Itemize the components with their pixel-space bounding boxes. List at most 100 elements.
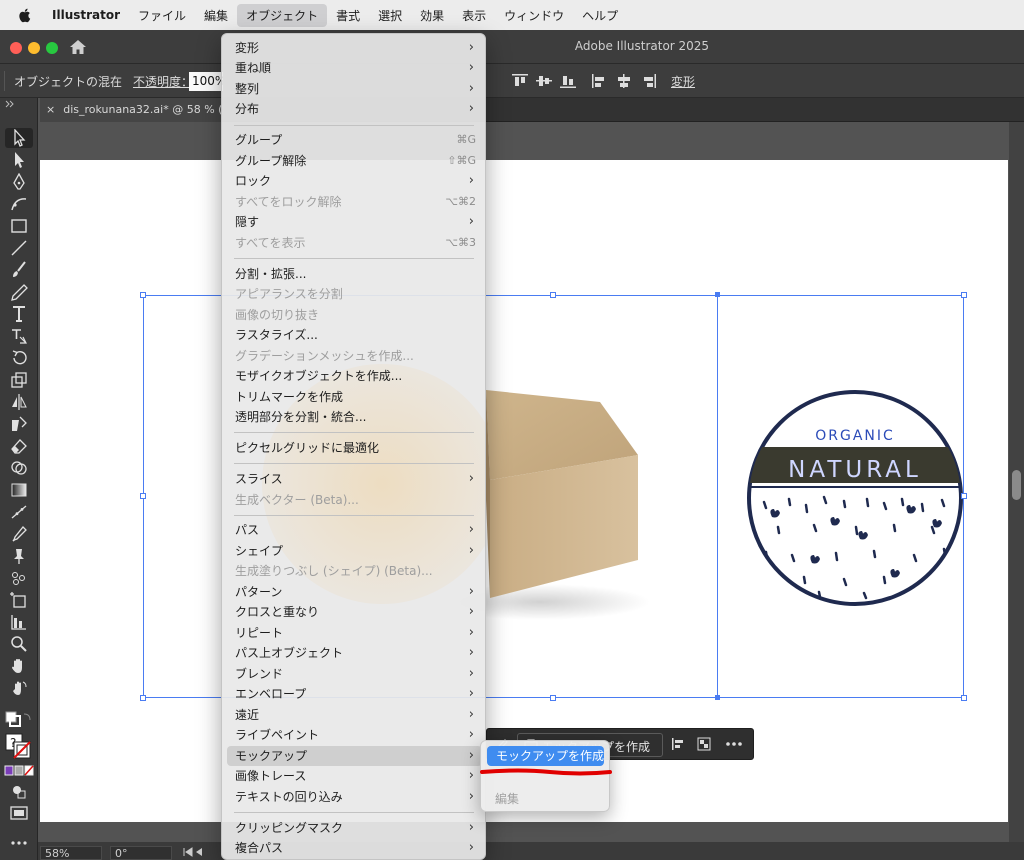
gradient-tool-icon[interactable] xyxy=(9,481,29,499)
rotate-view-tool-icon[interactable] xyxy=(9,679,29,697)
apple-icon[interactable] xyxy=(16,6,34,24)
menu-item-flatten-transparency[interactable]: 透明部分を分割・統合... xyxy=(227,407,482,427)
menu-item-pixel-grid[interactable]: ピクセルグリッドに最適化 xyxy=(227,438,482,458)
symbol-sprayer-tool-icon[interactable] xyxy=(9,569,29,587)
menu-item-envelope[interactable]: エンベロープ › xyxy=(227,684,482,704)
direct-selection-tool-icon[interactable] xyxy=(9,151,29,169)
distribute-left-icon[interactable] xyxy=(591,73,609,89)
artboard-divider-handle[interactable] xyxy=(715,292,720,297)
menu-item-distribute[interactable]: 分布 › xyxy=(227,99,482,119)
menubar-item-file[interactable]: ファイル xyxy=(129,4,195,27)
menu-item-text-wrap[interactable]: テキストの回り込み › xyxy=(227,787,482,807)
line-segment-tool-icon[interactable] xyxy=(9,239,29,257)
menu-item-clipping-mask[interactable]: クリッピングマスク › xyxy=(227,818,482,838)
fill-stroke-swatch-icon[interactable]: ? xyxy=(4,732,34,762)
menubar-item-select[interactable]: 選択 xyxy=(369,4,411,27)
touch-type-tool-icon[interactable] xyxy=(9,327,29,345)
vertical-scrollbar-thumb[interactable] xyxy=(1012,470,1021,500)
selection-handle[interactable] xyxy=(961,292,967,298)
opacity-input[interactable]: 100% xyxy=(189,72,223,91)
pencil-tool-icon[interactable] xyxy=(9,283,29,301)
menu-item-slice[interactable]: スライス › xyxy=(227,469,482,489)
menu-item-ungroup[interactable]: グループ解除 ⇧⌘G xyxy=(227,151,482,171)
draw-mode-icon[interactable] xyxy=(9,782,29,800)
transform-link[interactable]: 変形 xyxy=(671,73,695,90)
menubar-item-effect[interactable]: 効果 xyxy=(411,4,453,27)
mesh-tool-icon[interactable] xyxy=(9,503,29,521)
rectangle-tool-icon[interactable] xyxy=(9,217,29,235)
menu-item-objects-on-path[interactable]: パス上オブジェクト › xyxy=(227,643,482,663)
more-options-icon[interactable] xyxy=(725,740,743,748)
eraser-tool-icon[interactable] xyxy=(9,437,29,455)
pen-tool-icon[interactable] xyxy=(9,173,29,191)
menu-item-path[interactable]: パス › xyxy=(227,520,482,540)
eyedropper-tool-icon[interactable] xyxy=(9,525,29,543)
menu-item-perspective[interactable]: 遠近 › xyxy=(227,705,482,725)
menu-item-intertwine[interactable]: クロスと重なり › xyxy=(227,602,482,622)
zoom-tool-icon[interactable] xyxy=(9,635,29,653)
menu-item-generative-vector[interactable]: 生成ベクター (Beta)... xyxy=(227,490,482,510)
distribute-right-icon[interactable] xyxy=(639,73,657,89)
menu-item-align[interactable]: 整列 › xyxy=(227,79,482,99)
shaper-tool-icon[interactable] xyxy=(9,415,29,433)
menu-item-trim-marks[interactable]: トリムマークを作成 xyxy=(227,387,482,407)
scale-tool-icon[interactable] xyxy=(9,371,29,389)
artboard-tool-icon[interactable] xyxy=(9,591,29,609)
type-tool-icon[interactable] xyxy=(9,305,29,323)
menubar-item-edit[interactable]: 編集 xyxy=(195,4,237,27)
align-vertical-center-icon[interactable] xyxy=(535,73,553,89)
rotation-field[interactable]: 0° xyxy=(110,846,172,860)
menu-item-mockup[interactable]: モックアップ › xyxy=(227,746,482,766)
menu-item-blend[interactable]: ブレンド › xyxy=(227,664,482,684)
document-tab[interactable]: × dis_rokunana32.ai* @ 58 % (RGB xyxy=(40,98,222,122)
reflect-tool-icon[interactable] xyxy=(9,393,29,411)
align-left-icon[interactable] xyxy=(671,737,685,751)
hand-tool-icon[interactable] xyxy=(9,657,29,675)
menu-item-live-paint[interactable]: ライブペイント › xyxy=(227,725,482,745)
screen-mode-icon[interactable] xyxy=(9,804,29,822)
color-mode-icons[interactable] xyxy=(4,765,34,777)
menu-item-generative-shape-fill[interactable]: 生成塗りつぶし (シェイプ) (Beta)... xyxy=(227,561,482,581)
align-bottom-icon[interactable] xyxy=(559,73,577,89)
selection-tool-icon[interactable] xyxy=(9,129,29,147)
menu-item-show-all[interactable]: すべてを表示 ⌥⌘3 xyxy=(227,233,482,253)
menubar-item-help[interactable]: ヘルプ xyxy=(573,4,627,27)
menubar-item-window[interactable]: ウィンドウ xyxy=(495,4,573,27)
menu-item-mosaic[interactable]: モザイクオブジェクトを作成... xyxy=(227,366,482,386)
menu-item-shape[interactable]: シェイプ › xyxy=(227,541,482,561)
menu-item-arrange[interactable]: 重ね順 › xyxy=(227,58,482,78)
first-artboard-icon[interactable] xyxy=(182,847,206,857)
menu-item-lock[interactable]: ロック › xyxy=(227,171,482,191)
more-tools-icon[interactable] xyxy=(9,834,29,852)
shape-builder-tool-icon[interactable] xyxy=(9,459,29,477)
menu-item-crop-image[interactable]: 画像の切り抜き xyxy=(227,305,482,325)
menu-item-pattern[interactable]: パターン › xyxy=(227,582,482,602)
selection-handle[interactable] xyxy=(961,493,967,499)
selection-handle[interactable] xyxy=(550,695,556,701)
paintbrush-tool-icon[interactable] xyxy=(9,261,29,279)
artboard-divider-handle[interactable] xyxy=(715,695,720,700)
menubar-item-type[interactable]: 書式 xyxy=(327,4,369,27)
submenu-item-create-mockup[interactable]: モックアップを作成 xyxy=(487,746,604,766)
menubar-item-view[interactable]: 表示 xyxy=(453,4,495,27)
submenu-item-edit[interactable]: 編集 xyxy=(495,790,519,807)
align-top-icon[interactable] xyxy=(511,73,529,89)
zoom-level-field[interactable]: 58% xyxy=(40,846,102,860)
selection-handle[interactable] xyxy=(550,292,556,298)
menu-item-image-trace[interactable]: 画像トレース › xyxy=(227,766,482,786)
menu-item-rasterize[interactable]: ラスタライズ... xyxy=(227,325,482,345)
menubar-app-name[interactable]: Illustrator xyxy=(48,5,129,25)
menu-item-expand-appearance[interactable]: アピアランスを分割 xyxy=(227,284,482,304)
selection-handle[interactable] xyxy=(140,695,146,701)
blend-tool-icon[interactable] xyxy=(9,547,29,565)
menu-item-expand[interactable]: 分割・拡張... xyxy=(227,264,482,284)
menu-item-hide[interactable]: 隠す › xyxy=(227,212,482,232)
opacity-label[interactable]: 不透明度： xyxy=(133,73,193,90)
menu-item-gradient-mesh[interactable]: グラデーションメッシュを作成... xyxy=(227,346,482,366)
collapse-panel-icon[interactable] xyxy=(5,100,15,108)
selection-handle[interactable] xyxy=(140,292,146,298)
vertical-scrollbar[interactable] xyxy=(1009,122,1024,842)
selection-handle[interactable] xyxy=(961,695,967,701)
menu-item-group[interactable]: グループ ⌘G xyxy=(227,130,482,150)
menu-item-compound-path[interactable]: 複合パス › xyxy=(227,838,482,858)
